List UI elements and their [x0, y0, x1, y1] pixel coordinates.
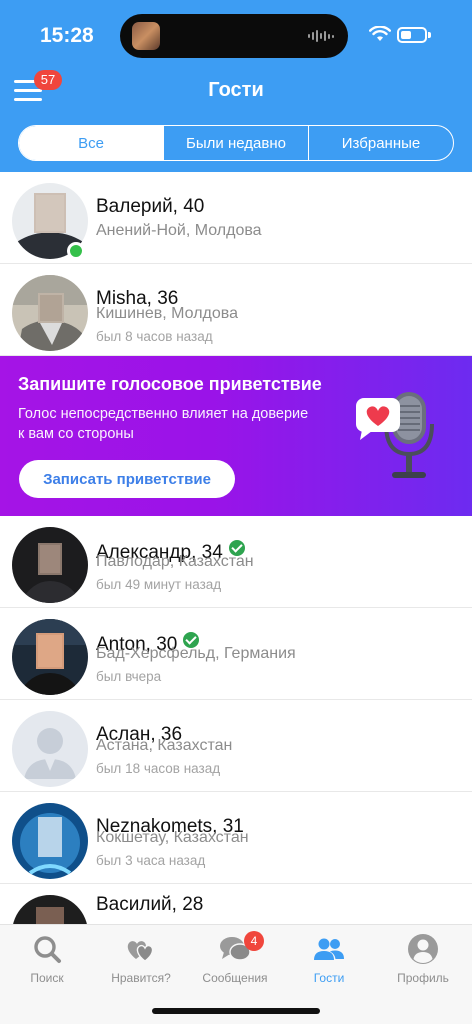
guest-row[interactable]: Neznakomets, 31 Кокшетау, Казахстан был … — [0, 792, 472, 884]
tab-likes[interactable]: Нравится? — [94, 929, 188, 989]
promo-text: Голос непосредственно влияет на доверие … — [18, 406, 309, 442]
guests-icon — [314, 938, 344, 960]
tab-messages[interactable]: 4 Сообщения — [188, 929, 282, 989]
guest-location: Павлодар, Казахстан — [96, 553, 254, 570]
guest-row[interactable]: Anton, 30 Бад-Херсфельд, Германия был вч… — [0, 608, 472, 700]
page-title: Гости — [208, 79, 264, 101]
tab-label: Нравится? — [111, 971, 171, 985]
audio-wave-icon — [308, 29, 334, 43]
home-indicator — [152, 1008, 320, 1014]
guest-location: Кокшетау, Казахстан — [96, 829, 249, 846]
tab-guests[interactable]: Гости — [282, 929, 376, 989]
last-seen: был вчера — [96, 669, 162, 684]
tab-label: Профиль — [397, 971, 449, 985]
profile-icon — [408, 934, 438, 964]
promo-title: Запишите голосовое приветствие — [18, 374, 322, 394]
avatar — [12, 275, 88, 351]
tab-label: Поиск — [30, 971, 64, 985]
guest-row[interactable]: Валерий, 40 Анений-Ной, Молдова — [0, 172, 472, 264]
guest-row[interactable]: Александр, 34 Павлодар, Казахстан был 49… — [0, 516, 472, 608]
tab-label: Гости — [313, 971, 345, 985]
guest-location: Бад-Херсфельд, Германия — [96, 645, 296, 662]
tab-label: Сообщения — [202, 971, 268, 985]
last-seen: был 49 минут назад — [96, 577, 222, 592]
avatar — [12, 803, 88, 879]
online-indicator — [67, 242, 85, 260]
avatar — [12, 527, 88, 603]
guest-name: Валерий, 40 — [96, 196, 205, 217]
status-bar: 15:28 — [0, 0, 472, 70]
guest-location: Астана, Казахстан — [96, 737, 233, 754]
guest-location: Анений-Ной, Молдова — [96, 222, 262, 239]
segment-all[interactable]: Все — [19, 126, 163, 160]
guest-location: Кишинев, Молдова — [96, 305, 238, 322]
tab-search[interactable]: Поиск — [0, 929, 94, 989]
guest-row[interactable]: Аслан, 36 Астана, Казахстан был 18 часов… — [0, 700, 472, 792]
messages-badge: 4 — [244, 931, 264, 951]
guest-name: Василий, 28 — [96, 894, 204, 915]
now-playing-artwork — [132, 22, 160, 50]
record-greeting-button[interactable]: Записать приветствие — [19, 460, 235, 498]
header: 15:28 57 Гости Все Были недавно Избранны… — [0, 0, 472, 172]
voice-greeting-banner: Запишите голосовое приветствие Голос неп… — [0, 356, 472, 516]
last-seen: был 18 часов назад — [96, 761, 221, 776]
search-icon — [34, 936, 61, 963]
battery-icon — [397, 27, 431, 43]
avatar — [12, 619, 88, 695]
tab-profile[interactable]: Профиль — [376, 929, 470, 989]
segmented-control: Все Были недавно Избранные — [18, 125, 454, 161]
hearts-icon — [127, 941, 154, 962]
avatar-placeholder — [12, 711, 88, 787]
guest-row[interactable]: Misha, 36 Кишинев, Молдова был 8 часов н… — [0, 264, 472, 356]
last-seen: был 8 часов назад — [96, 329, 213, 344]
microphone-icon — [356, 392, 434, 478]
dynamic-island — [120, 14, 348, 58]
status-time: 15:28 — [40, 24, 94, 47]
last-seen: был 3 часа назад — [96, 853, 206, 868]
segment-favorites[interactable]: Избранные — [308, 126, 453, 160]
wifi-icon — [369, 26, 391, 41]
segment-recent[interactable]: Были недавно — [163, 126, 308, 160]
